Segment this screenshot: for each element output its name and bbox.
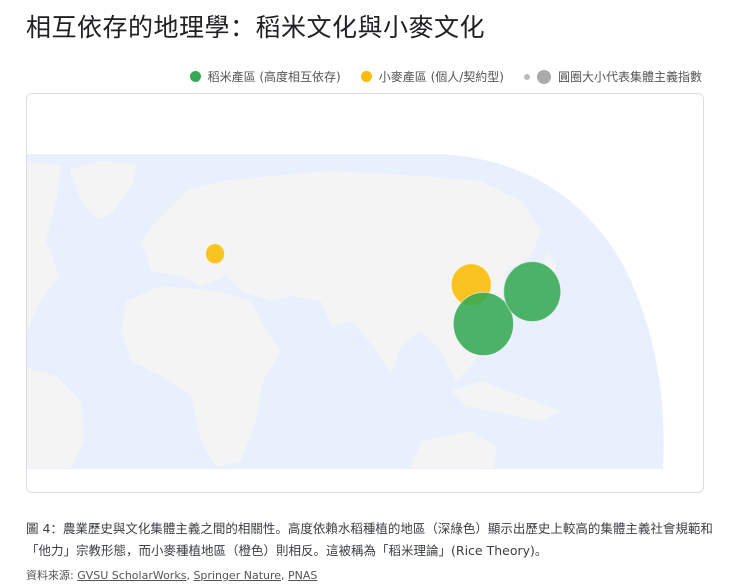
page-title: 相互依存的地理學：稻米文化與小麥文化 <box>26 13 486 42</box>
legend-item-wheat[interactable]: 小麥產區 (個人/契約型) <box>360 68 504 85</box>
rice-dot-icon <box>189 71 201 82</box>
legend-item-rice[interactable]: 稻米產區 (高度相互依存) <box>189 68 341 85</box>
source-link-gvsu[interactable]: GVSU ScholarWorks <box>77 569 186 582</box>
legend-label-wheat: 小麥產區 (個人/契約型) <box>378 70 504 84</box>
source-link-pnas[interactable]: PNAS <box>288 569 317 582</box>
legend-label-size: 圓圈大小代表集體主義指數 <box>557 70 702 84</box>
source-line: 資料來源: GVSU ScholarWorks, Springer Nature… <box>26 569 318 582</box>
bubble-rice-3[interactable] <box>503 261 562 323</box>
bubble-wheat-0[interactable] <box>205 243 226 265</box>
world-map[interactable] <box>27 94 703 492</box>
map-card <box>26 93 704 493</box>
wheat-dot-icon <box>360 71 372 82</box>
legend-label-rice: 稻米產區 (高度相互依存) <box>207 70 341 84</box>
legend: 稻米產區 (高度相互依存) 小麥產區 (個人/契約型) 圓圈大小代表集體主義指數 <box>189 68 702 85</box>
large-circle-icon <box>536 69 551 84</box>
source-link-springer[interactable]: Springer Nature <box>193 569 281 582</box>
legend-item-size: 圓圈大小代表集體主義指數 <box>523 68 702 85</box>
figure-caption: 圖 4：農業歷史與文化集體主義之間的相關性。高度依賴水稻種植的地區（深綠色）顯示… <box>26 521 713 558</box>
source-label: 資料來源: <box>26 569 74 582</box>
small-circle-icon <box>523 73 530 80</box>
bubble-rice-2[interactable] <box>452 291 515 357</box>
